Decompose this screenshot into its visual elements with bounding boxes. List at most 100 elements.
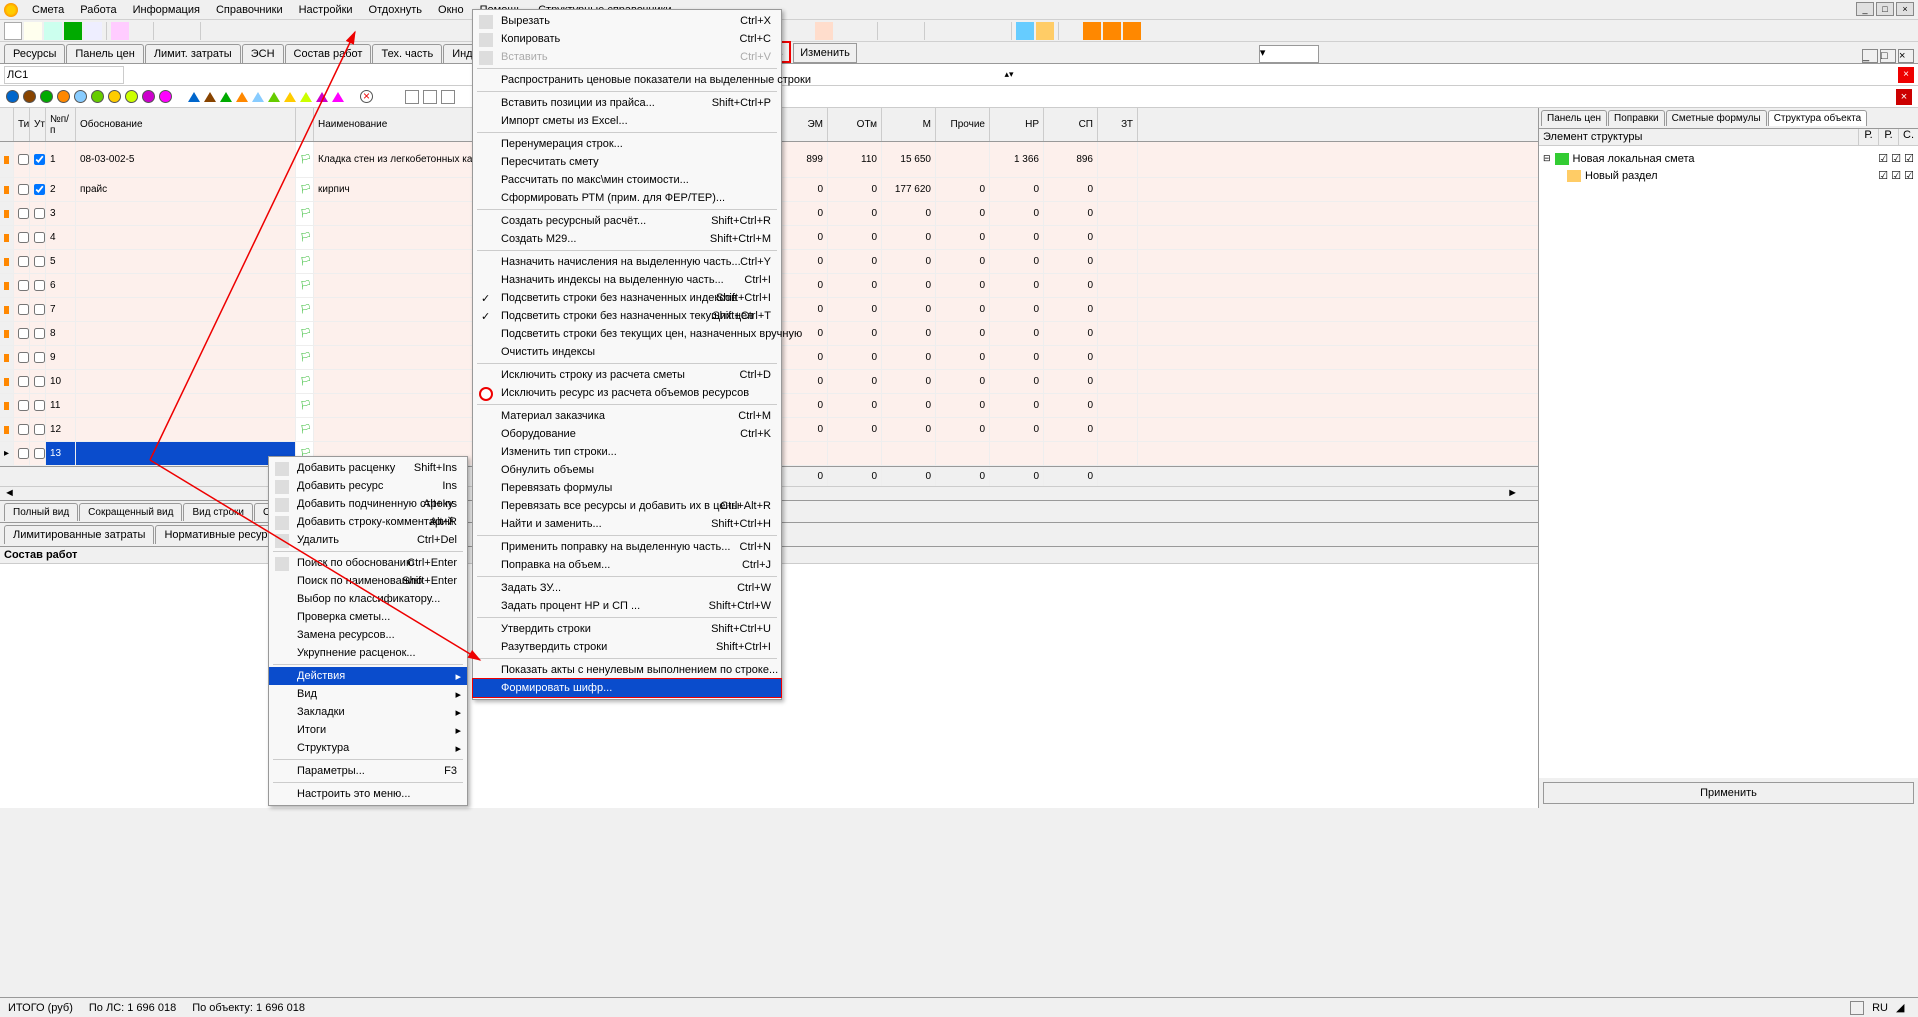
menu-item[interactable]: Обнулить объемы — [473, 461, 781, 479]
excel-icon[interactable] — [64, 22, 82, 40]
tool-icon[interactable] — [178, 22, 196, 40]
color-tri[interactable] — [300, 92, 312, 102]
menu-item[interactable]: Итоги▸ — [269, 721, 467, 739]
book-icon[interactable] — [1036, 22, 1054, 40]
menu-item[interactable]: Перевязать все ресурсы и добавить их в ц… — [473, 497, 781, 515]
tab-row-view[interactable]: Вид строки — [183, 503, 253, 521]
menu-item[interactable]: Действия▸ — [269, 667, 467, 685]
col-pr[interactable]: Прочие — [936, 108, 990, 141]
rtab-prices[interactable]: Панель цен — [1541, 110, 1607, 126]
doc-name-input[interactable] — [4, 66, 124, 84]
col-nr[interactable]: НР — [990, 108, 1044, 141]
menu-item[interactable]: Перевязать формулы — [473, 479, 781, 497]
menu-item[interactable]: Назначить индексы на выделенную часть...… — [473, 271, 781, 289]
minimize-inner-button[interactable]: _ — [1862, 49, 1878, 63]
tool-icon[interactable] — [882, 22, 900, 40]
grid-icon[interactable] — [441, 90, 455, 104]
new-icon[interactable] — [4, 22, 22, 40]
menu-item[interactable]: ВырезатьCtrl+X — [473, 12, 781, 30]
color-circle[interactable] — [159, 90, 172, 103]
color-circle[interactable] — [108, 90, 121, 103]
color-circle[interactable] — [91, 90, 104, 103]
menu-item[interactable]: Утвердить строкиShift+Ctrl+U — [473, 620, 781, 638]
rtab-struct[interactable]: Структура объекта — [1768, 110, 1868, 126]
menu-item[interactable]: Структура▸ — [269, 739, 467, 757]
tool-icon[interactable] — [111, 22, 129, 40]
menu-item[interactable]: Поиск по обоснованиюCtrl+Enter — [269, 554, 467, 572]
tree-col-s[interactable]: С. — [1898, 129, 1918, 145]
menu-settings[interactable]: Настройки — [291, 2, 361, 18]
col-zt[interactable]: ЗТ — [1098, 108, 1138, 141]
tab-limit-costs[interactable]: Лимитированные затраты — [4, 525, 154, 544]
color-circle[interactable] — [23, 90, 36, 103]
menu-item[interactable]: Формировать шифр... — [472, 678, 782, 698]
dropdown[interactable]: ▾ — [1259, 45, 1319, 63]
grid-icon[interactable] — [423, 90, 437, 104]
close-button[interactable]: × — [1896, 2, 1914, 16]
menu-item[interactable]: Изменить тип строки... — [473, 443, 781, 461]
color-tri[interactable] — [204, 92, 216, 102]
menu-item[interactable]: Проверка сметы... — [269, 608, 467, 626]
tool-icon[interactable] — [1063, 22, 1081, 40]
tool-icon[interactable] — [205, 22, 223, 40]
cloud-icon[interactable] — [1103, 22, 1121, 40]
menu-sprav[interactable]: Справочники — [208, 2, 291, 18]
cloud-icon[interactable] — [1123, 22, 1141, 40]
restore-button[interactable]: □ — [1876, 2, 1894, 16]
book-icon[interactable] — [1016, 22, 1034, 40]
tool-icon[interactable] — [929, 22, 947, 40]
color-tri[interactable] — [220, 92, 232, 102]
tab-resources[interactable]: Ресурсы — [4, 44, 65, 63]
menu-item[interactable]: Создать ресурсный расчёт...Shift+Ctrl+R — [473, 212, 781, 230]
tab-tech[interactable]: Тех. часть — [372, 44, 442, 63]
menu-item[interactable]: Рассчитать по макс\мин стоимости... — [473, 171, 781, 189]
tool-icon[interactable] — [835, 22, 853, 40]
cloud-icon[interactable] — [1083, 22, 1101, 40]
col-obos[interactable]: Обоснование — [76, 108, 296, 141]
menu-item[interactable]: Добавить строку-комментарийAlt+R — [269, 513, 467, 531]
menu-item[interactable]: Применить поправку на выделенную часть..… — [473, 538, 781, 556]
col-em[interactable]: ЭМ — [774, 108, 828, 141]
menu-item[interactable]: Добавить расценкуShift+Ins — [269, 459, 467, 477]
tool-icon[interactable] — [902, 22, 920, 40]
menu-item[interactable]: Укрупнение расценок... — [269, 644, 467, 662]
menu-item[interactable]: Подсветить строки без текущих цен, назна… — [473, 325, 781, 343]
menu-item[interactable]: Создать М29...Shift+Ctrl+M — [473, 230, 781, 248]
tool-icon[interactable] — [131, 22, 149, 40]
menu-item[interactable]: Распространить ценовые показатели на выд… — [473, 71, 781, 89]
tool-icon[interactable] — [969, 22, 987, 40]
color-tri[interactable] — [332, 92, 344, 102]
menu-item[interactable]: Вставить позиции из прайса...Shift+Ctrl+… — [473, 94, 781, 112]
color-circle[interactable] — [142, 90, 155, 103]
col-ti[interactable]: Ти — [14, 108, 30, 141]
rtab-popravki[interactable]: Поправки — [1608, 110, 1665, 126]
menu-item[interactable]: Перенумерация строк... — [473, 135, 781, 153]
tree-col-r[interactable]: Р. — [1858, 129, 1878, 145]
tree-item[interactable]: Новый раздел ☑ ☑ ☑ — [1543, 167, 1914, 184]
color-tri[interactable] — [268, 92, 280, 102]
clear-circle-icon[interactable]: × — [360, 90, 373, 103]
menu-item[interactable]: Найти и заменить...Shift+Ctrl+H — [473, 515, 781, 533]
menu-item[interactable]: Поиск по наименованиюShift+Enter — [269, 572, 467, 590]
tab-esn[interactable]: ЭСН — [242, 44, 284, 63]
tool-icon[interactable] — [225, 22, 243, 40]
resize-grip-icon[interactable]: ◢ — [1896, 1001, 1910, 1015]
tab-full-view[interactable]: Полный вид — [4, 503, 78, 521]
menu-item[interactable]: Пересчитать смету — [473, 153, 781, 171]
col-m[interactable]: М — [882, 108, 936, 141]
change-button[interactable]: Изменить — [793, 43, 857, 63]
menu-item[interactable]: Вид▸ — [269, 685, 467, 703]
book-icon[interactable] — [815, 22, 833, 40]
col-ut[interactable]: Ут — [30, 108, 46, 141]
menu-item[interactable]: Разутвердить строкиShift+Ctrl+I — [473, 638, 781, 656]
color-tri[interactable] — [284, 92, 296, 102]
color-circle[interactable] — [57, 90, 70, 103]
minimize-button[interactable]: _ — [1856, 2, 1874, 16]
menu-item[interactable]: Исключить ресурс из расчета объемов ресу… — [473, 384, 781, 402]
save-icon[interactable] — [44, 22, 62, 40]
menu-item[interactable]: Замена ресурсов... — [269, 626, 467, 644]
color-circle[interactable] — [74, 90, 87, 103]
color-tri[interactable] — [252, 92, 264, 102]
menu-item[interactable]: Исключить строку из расчета сметыCtrl+D — [473, 366, 781, 384]
tab-short-view[interactable]: Сокращенный вид — [79, 503, 182, 521]
